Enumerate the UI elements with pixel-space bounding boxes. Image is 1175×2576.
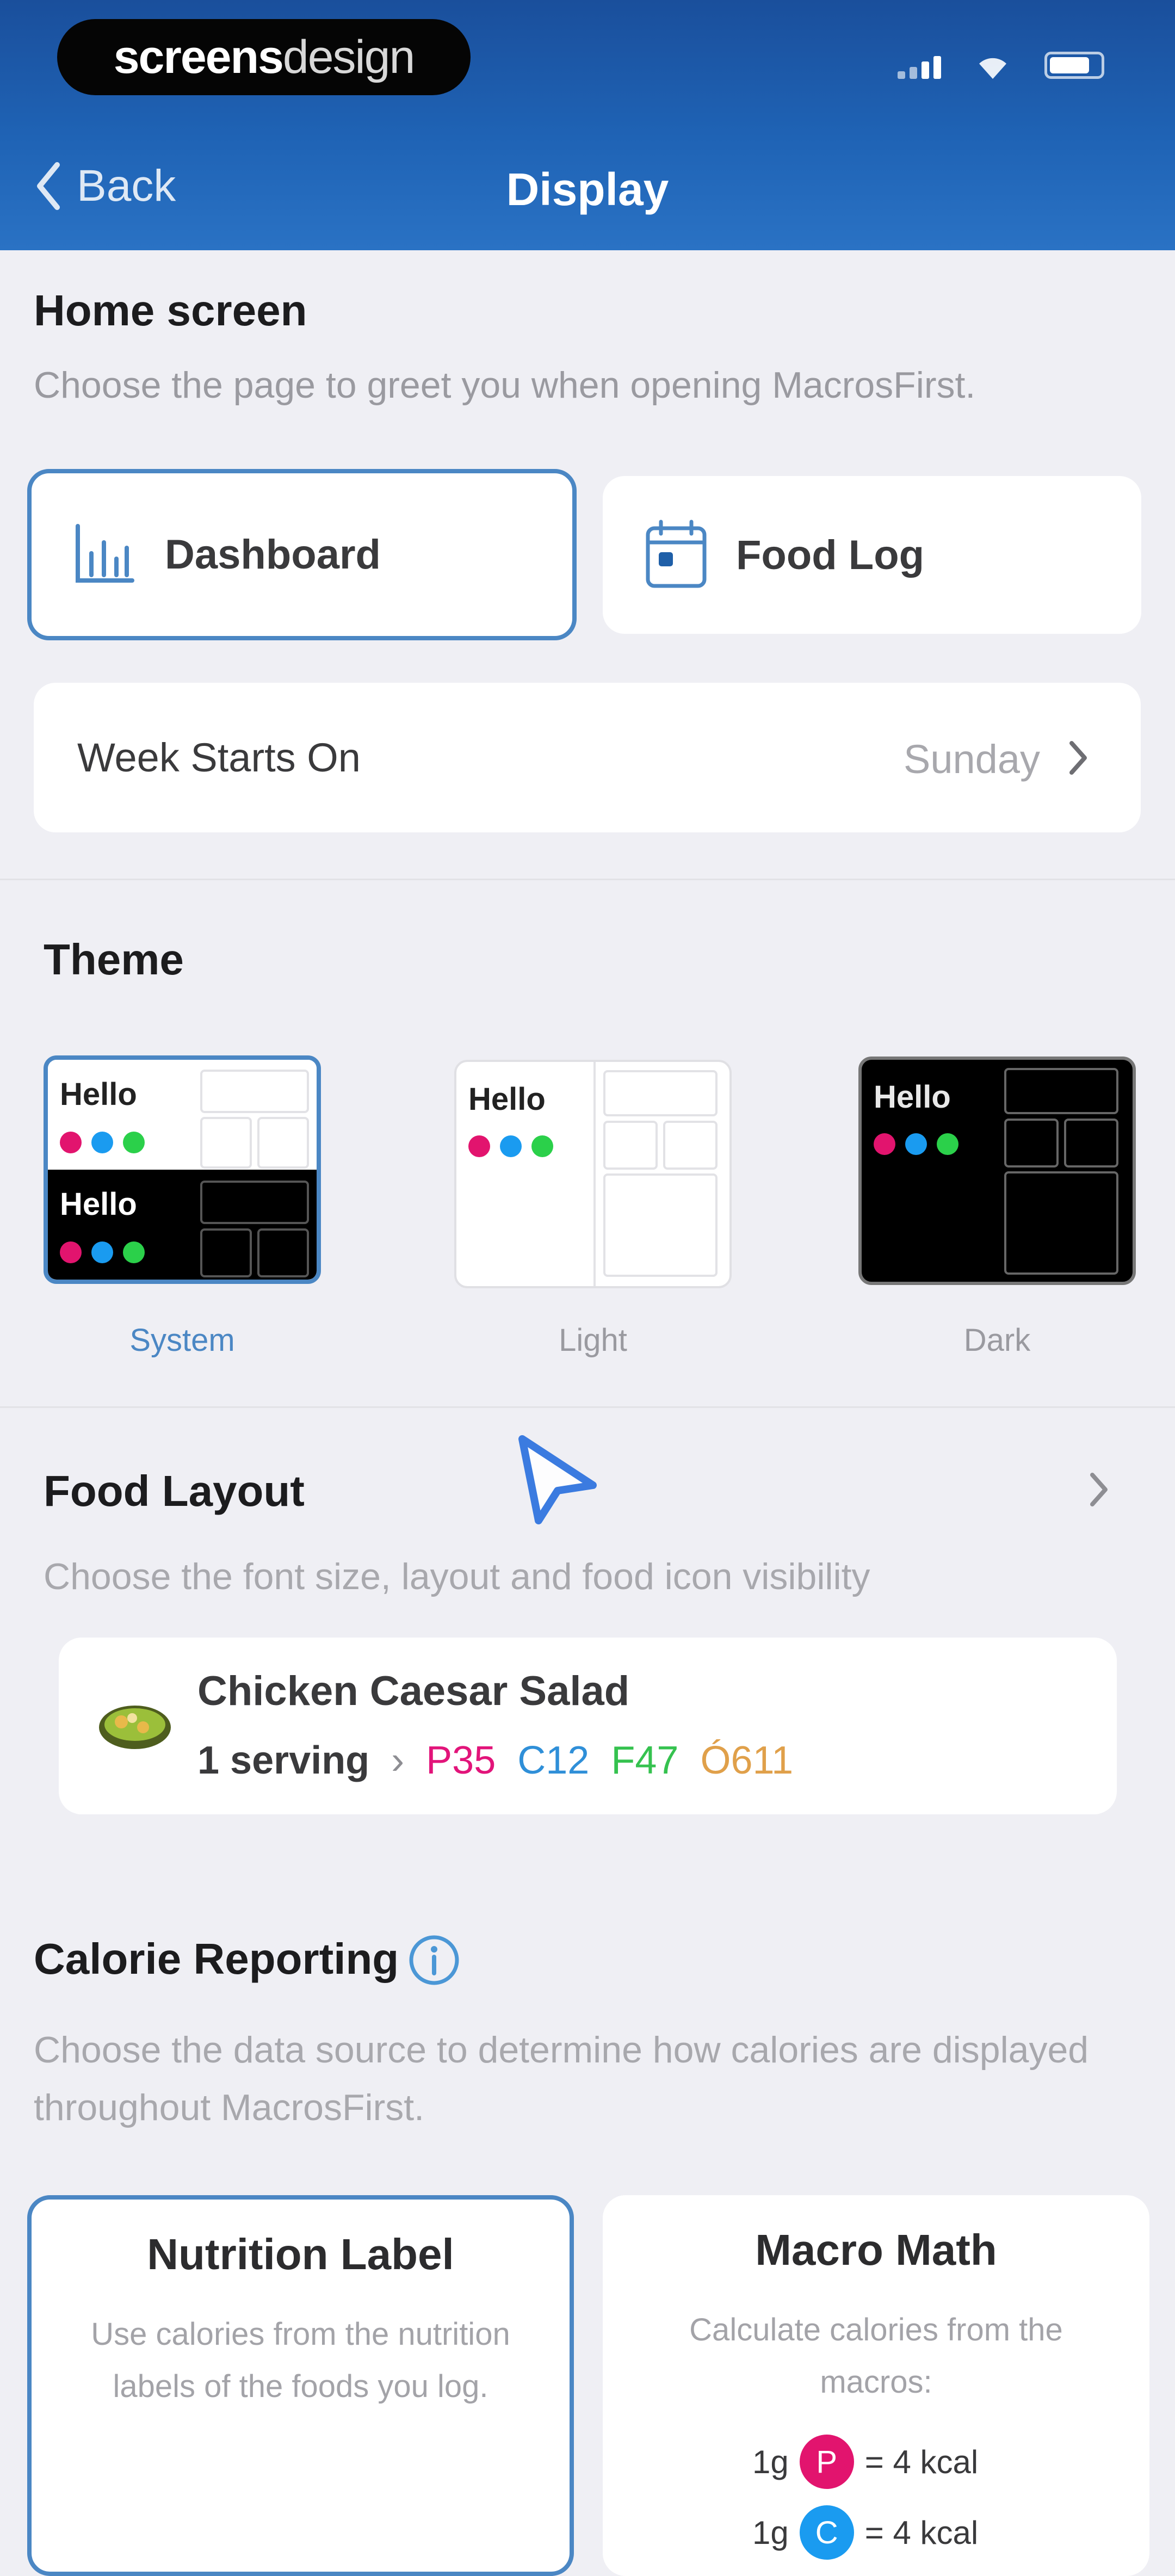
macro-qty: 1g [752,2514,789,2551]
food-calories: Ó611 [700,1739,794,1782]
theme-title: Theme [44,935,184,984]
system-preview-hello-light: Hello [60,1077,137,1112]
theme-option-light[interactable]: Hello [454,1060,732,1288]
calorie-option-macro-math[interactable]: Macro Math Calculate calories from the m… [603,2195,1149,2576]
nutrition-label-description: Use calories from the nutrition labels o… [91,2316,510,2404]
dark-preview-dots [874,1133,958,1155]
theme-label-dark: Dark [963,1323,1031,1358]
food-layout-description: Choose the font size, layout and food ic… [44,1556,870,1597]
brand-bold: screens [113,30,284,83]
macro-row-carbs: 1g C = 4 kcal [752,2505,978,2560]
status-icons [898,52,1104,79]
brand-light: design [282,30,415,83]
brand-badge: screens design [57,19,471,95]
macro-math-title: Macro Math [755,2226,997,2274]
week-starts-label: Week Starts On [77,735,361,780]
system-preview-dots-dark [60,1241,145,1263]
macro-eq: = 4 kcal [864,2443,979,2480]
macro-math-description: Calculate calories from the macros: [689,2312,1063,2400]
system-preview-hello-dark: Hello [60,1187,137,1222]
wifi-icon [974,53,1012,79]
home-option-dashboard[interactable]: Dashboard [27,469,577,640]
divider [0,879,1175,880]
home-option-food-log[interactable]: Food Log [603,476,1141,634]
food-fat: F47 [611,1739,679,1782]
home-screen-title: Home screen [34,286,307,335]
macro-qty: 1g [752,2443,789,2480]
food-protein: P35 [426,1739,496,1782]
food-layout-title: Food Layout [44,1467,305,1515]
theme-option-dark[interactable]: Hello [858,1057,1136,1285]
food-log-label: Food Log [736,532,925,578]
bar-chart-icon [72,521,138,589]
home-screen-description: Choose the page to greet you when openin… [34,365,976,406]
food-serving: 1 serving [197,1739,370,1782]
chevron-right-icon [1069,741,1087,775]
food-layout-preview-card[interactable]: Chicken Caesar Salad 1 serving › P35 C12… [59,1638,1117,1814]
week-starts-row[interactable]: Week Starts On Sunday [34,683,1141,832]
salad-icon [97,1697,173,1755]
dashboard-label: Dashboard [165,532,381,578]
light-preview-dots [468,1135,553,1157]
calendar-icon [644,518,709,592]
macro-badge-p: P [799,2435,854,2489]
week-starts-value: Sunday [904,737,1040,782]
light-preview-hello: Hello [468,1082,546,1117]
macro-row-protein: 1g P = 4 kcal [752,2435,978,2489]
divider [0,1406,1175,1408]
food-name: Chicken Caesar Salad [197,1668,630,1714]
food-carbs: C12 [517,1739,590,1782]
page-title: Display [506,164,669,215]
theme-label-system: System [129,1323,235,1358]
theme-label-light: Light [559,1323,627,1358]
macro-badge-c: C [799,2505,854,2560]
info-icon[interactable] [408,1934,460,1989]
battery-icon [1044,52,1104,79]
food-separator: › [391,1739,405,1782]
nutrition-label-title: Nutrition Label [147,2230,454,2278]
signal-icon [898,56,941,79]
food-layout-chevron-icon[interactable] [1088,1472,1110,1508]
system-preview-dots-light [60,1132,145,1153]
calorie-reporting-title: Calorie Reporting [34,1935,399,1983]
calorie-reporting-description: Choose the data source to determine how … [34,2029,1089,2128]
dark-preview-hello: Hello [874,1079,951,1115]
macro-eq: = 4 kcal [864,2514,979,2551]
header: screens design Back Display [0,0,1175,250]
theme-option-system[interactable]: Hello Hello [44,1055,321,1284]
pointer-cursor-icon [506,1428,609,1534]
calorie-option-nutrition-label[interactable]: Nutrition Label Use calories from the nu… [27,2195,574,2576]
food-macro-line: 1 serving › P35 C12 F47 Ó611 [197,1738,793,1783]
